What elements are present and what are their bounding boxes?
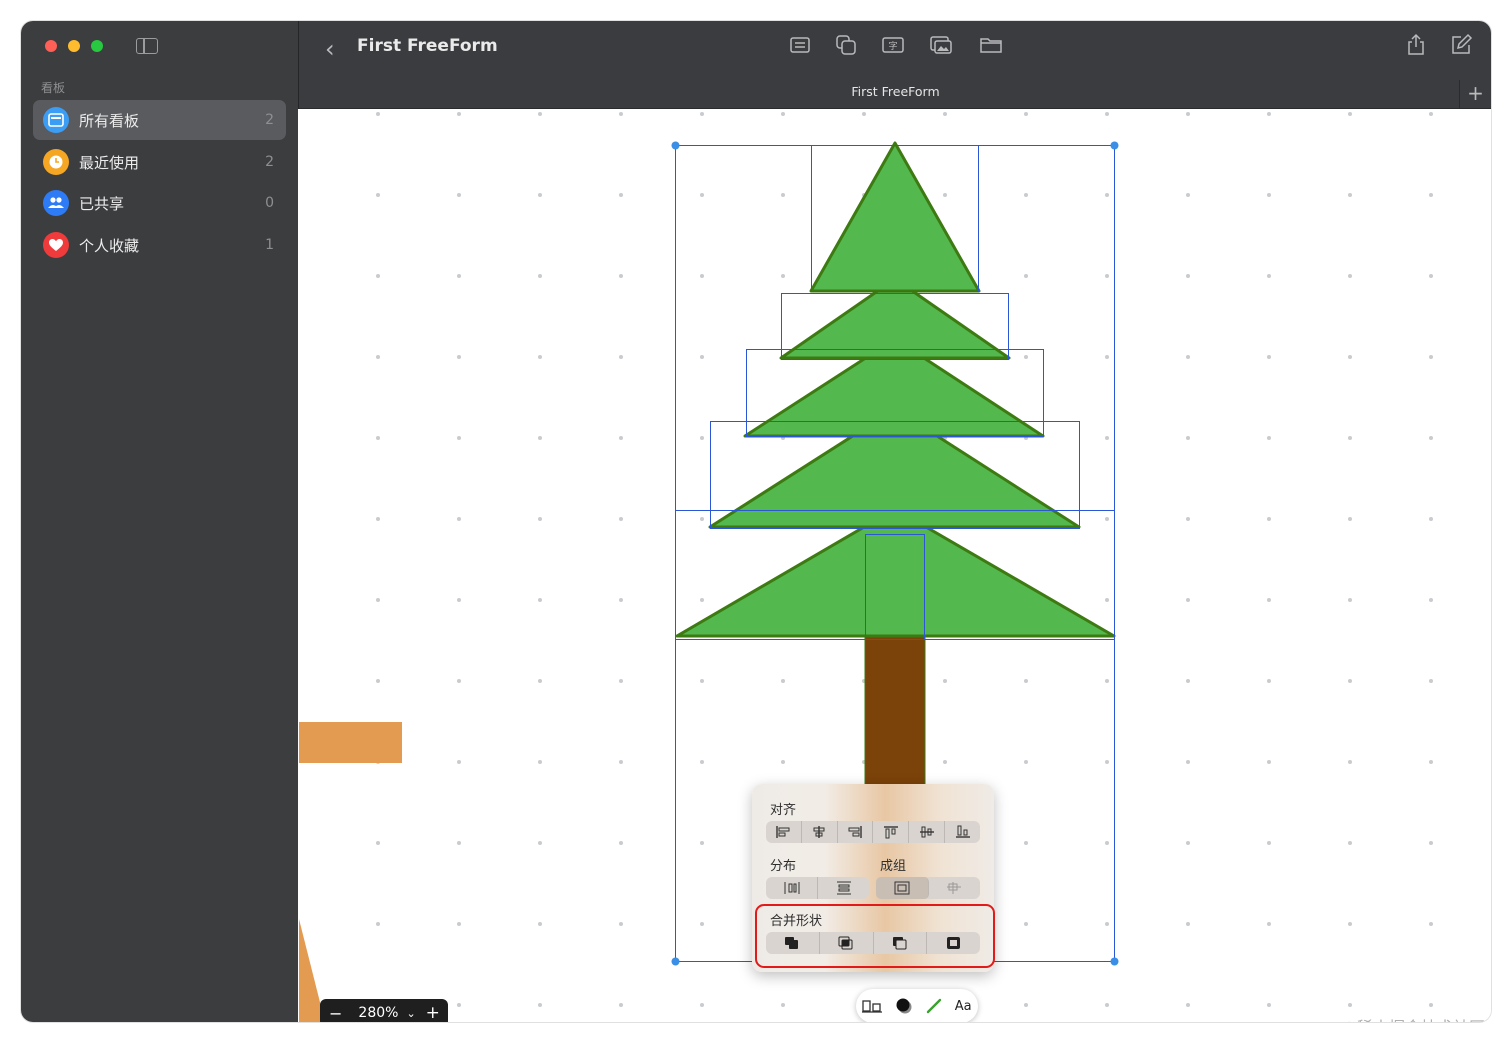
share-icon[interactable] [1404, 33, 1428, 57]
clock-icon [43, 149, 69, 175]
zoom-in-button[interactable]: + [426, 1003, 440, 1022]
align-center-icon[interactable] [802, 821, 838, 843]
distribute-horizontal-icon[interactable] [766, 877, 818, 899]
new-board-icon[interactable] [1449, 33, 1473, 57]
distribute-segmented-control [766, 877, 869, 899]
svg-text:字: 字 [888, 40, 897, 52]
people-icon [43, 190, 69, 216]
chevron-down-icon[interactable]: ⌄ [406, 1007, 415, 1020]
tree-group[interactable] [675, 141, 1116, 808]
align-bottom-icon[interactable] [945, 821, 980, 843]
line-style-icon[interactable] [926, 998, 942, 1014]
zoom-out-button[interactable]: − [329, 1004, 342, 1023]
sidebar: 看板 所有看板 2 最近使用 2 已共享 0 个人收藏 1 [21, 21, 298, 1022]
group-icon[interactable] [876, 877, 929, 899]
sidebar-item-label: 最近使用 [79, 153, 140, 172]
combine-shapes-highlight [755, 904, 995, 968]
folder-icon[interactable] [979, 33, 1003, 57]
group-label: 成组 [880, 859, 907, 874]
align-middle-icon[interactable] [909, 821, 946, 843]
zoom-level-value[interactable]: 280% [358, 1005, 398, 1021]
sidebar-item-count: 2 [265, 112, 274, 128]
title-bar: ‹ First FreeForm 字 First FreeForm + [298, 21, 1491, 109]
sidebar-item-label: 所有看板 [79, 111, 140, 130]
sidebar-item-label: 已共享 [79, 194, 125, 213]
shape-icon[interactable] [834, 33, 858, 57]
distribute-label: 分布 [770, 859, 797, 874]
text-box-icon[interactable]: 字 [881, 33, 905, 57]
boards-icon [43, 107, 69, 133]
board-canvas[interactable]: 对齐 分布 成组 合并形状 Aa − 280% ⌄ + [299, 109, 1491, 1022]
arrange-icon[interactable] [862, 998, 883, 1014]
align-label: 对齐 [770, 803, 797, 818]
zoom-control: − 280% ⌄ + [320, 999, 448, 1022]
board-title[interactable]: First FreeForm [357, 36, 498, 56]
sidebar-toggle-icon[interactable] [136, 38, 158, 54]
sidebar-item-all-boards[interactable]: 所有看板 2 [33, 100, 286, 140]
sidebar-item-recent[interactable]: 最近使用 2 [33, 142, 286, 182]
sidebar-item-count: 2 [265, 154, 274, 170]
orange-rect-shape[interactable] [299, 722, 402, 763]
tab-first-freeform[interactable]: First FreeForm [299, 84, 1491, 99]
back-chevron-icon[interactable]: ‹ [325, 35, 335, 63]
sidebar-item-shared[interactable]: 已共享 0 [33, 183, 286, 223]
sidebar-item-count: 1 [265, 237, 274, 253]
watermark: @稀土掘金技术社区 [1341, 1014, 1485, 1022]
sticky-note-icon[interactable] [788, 33, 812, 57]
align-top-icon[interactable] [873, 821, 910, 843]
media-icon[interactable] [929, 33, 953, 57]
sidebar-item-label: 个人收藏 [79, 236, 140, 255]
sidebar-section-label: 看板 [41, 81, 66, 95]
close-window-button[interactable] [45, 40, 57, 52]
ungroup-icon[interactable] [929, 877, 981, 899]
align-right-icon[interactable] [838, 821, 874, 843]
align-segmented-control [766, 821, 980, 843]
sidebar-item-count: 0 [265, 195, 274, 211]
zoom-window-button[interactable] [91, 40, 103, 52]
text-style-button[interactable]: Aa [955, 999, 972, 1014]
align-left-icon[interactable] [766, 821, 802, 843]
minimize-window-button[interactable] [68, 40, 80, 52]
tree-layer-1-shape[interactable] [809, 141, 981, 293]
sidebar-item-favorites[interactable]: 个人收藏 1 [33, 225, 286, 265]
fill-color-icon[interactable] [895, 997, 913, 1015]
distribute-vertical-icon[interactable] [818, 877, 869, 899]
group-segmented-control [876, 877, 980, 899]
heart-icon [43, 232, 69, 258]
app-window: 看板 所有看板 2 最近使用 2 已共享 0 个人收藏 1 ‹ First Fr… [21, 21, 1491, 1022]
add-tab-button[interactable]: + [1459, 80, 1491, 108]
shape-toolbar: Aa [856, 989, 978, 1022]
tree-trunk-shape[interactable] [864, 636, 926, 808]
